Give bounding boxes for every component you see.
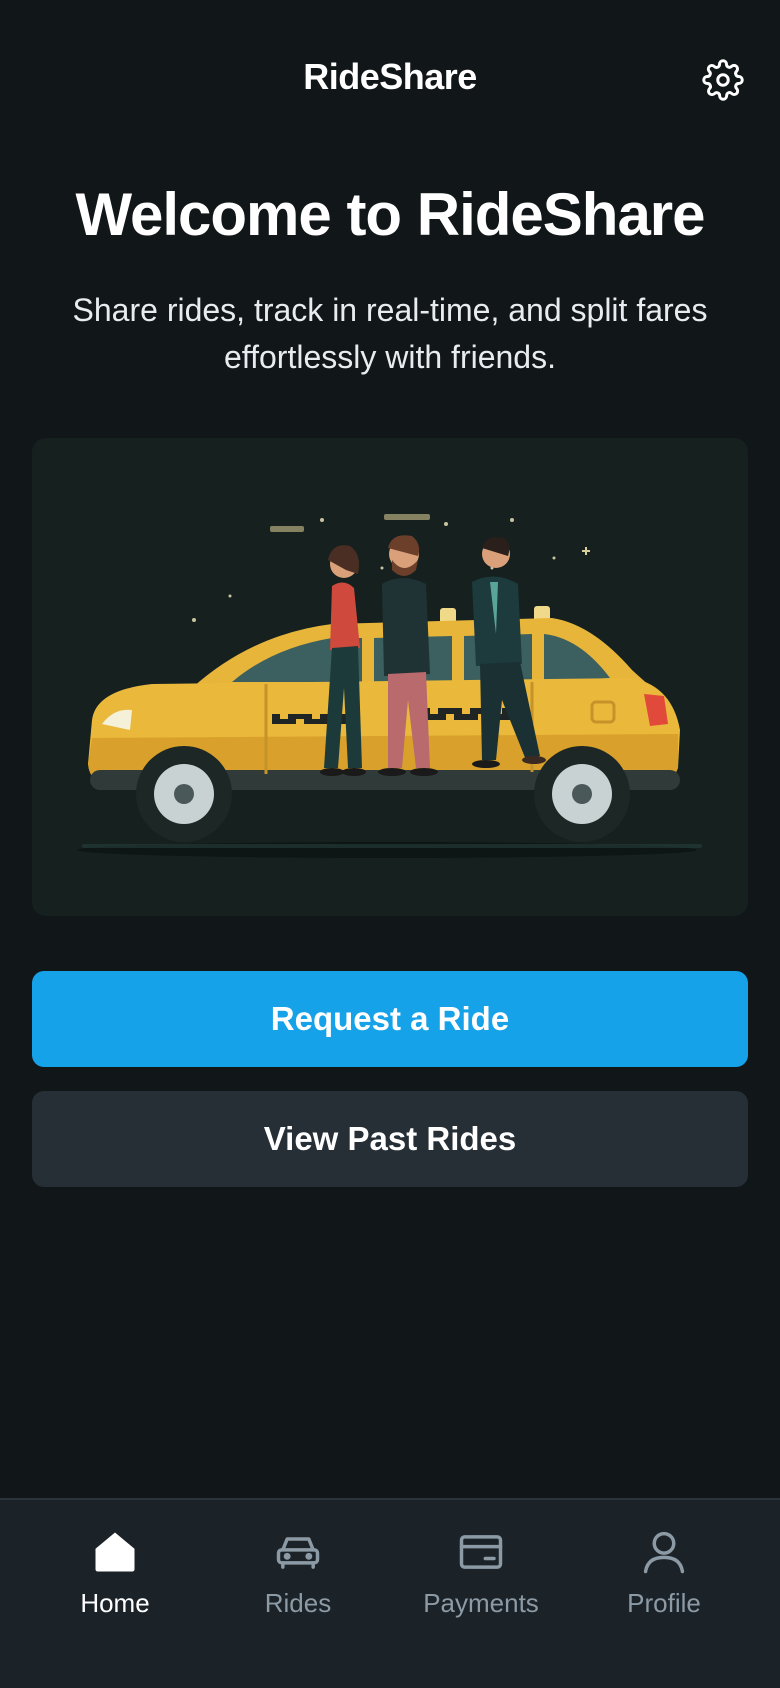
nav-label-payments: Payments [423, 1588, 539, 1618]
nav-item-profile[interactable]: Profile [572, 1500, 756, 1688]
taxi-illustration [77, 514, 702, 858]
wheel-front [136, 746, 232, 842]
welcome-title: Welcome to RideShare [75, 181, 705, 248]
wheel-rear [534, 746, 630, 842]
car-icon [276, 1537, 320, 1569]
nav-label-home: Home [80, 1588, 150, 1618]
app-screen: RideShare Welcome to RideShare Share rid… [0, 0, 780, 1688]
nav-label-rides: Rides [264, 1588, 332, 1618]
bottom-navigation: Home Rides Payments Profile [0, 1498, 780, 1688]
credit-card-icon [459, 1535, 503, 1569]
sky-marks [270, 514, 430, 532]
view-past-rides-button[interactable]: View Past Rides [32, 1091, 748, 1187]
gear-icon [702, 59, 744, 101]
nav-label-profile: Profile [627, 1588, 701, 1618]
nav-item-rides[interactable]: Rides [206, 1500, 390, 1688]
settings-button[interactable] [699, 56, 747, 104]
request-ride-button[interactable]: Request a Ride [32, 971, 748, 1067]
welcome-subtitle: Share rides, track in real-time, and spl… [72, 292, 708, 375]
home-icon [95, 1532, 135, 1572]
user-icon [643, 1531, 685, 1574]
nav-item-payments[interactable]: Payments [389, 1500, 573, 1688]
app-title: RideShare [303, 56, 477, 97]
nav-item-home[interactable]: Home [23, 1500, 207, 1688]
top-bar: RideShare [0, 0, 780, 165]
hero-illustration [32, 438, 748, 916]
